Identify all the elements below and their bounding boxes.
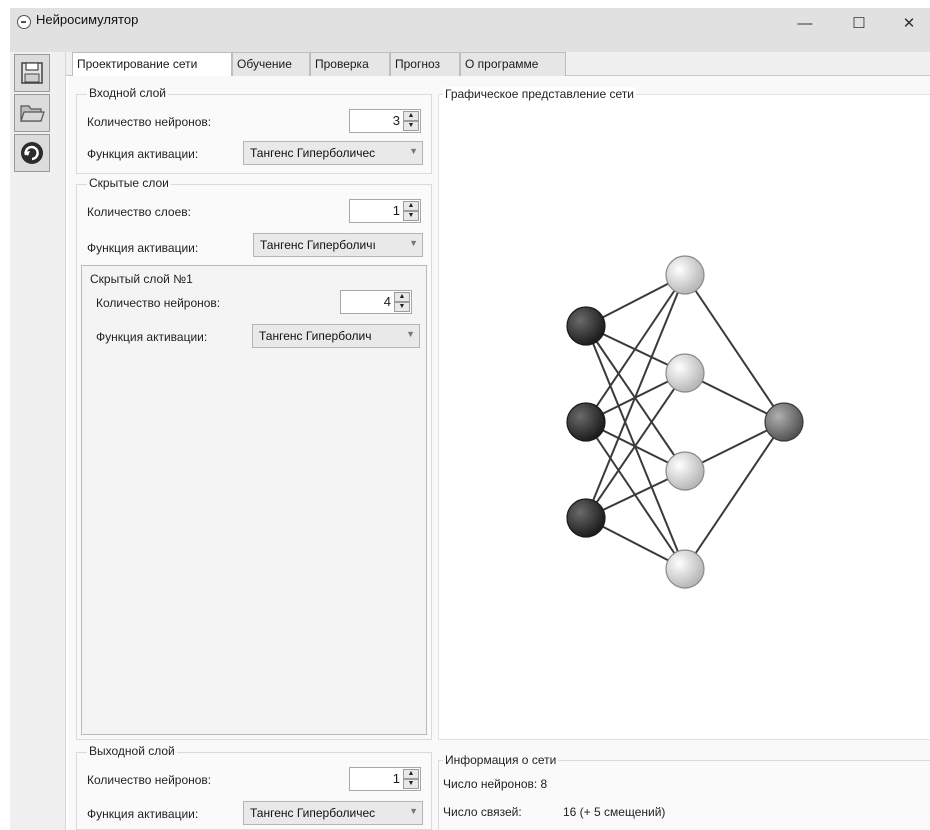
input-neuron xyxy=(566,498,606,538)
hidden-neuron xyxy=(665,451,705,491)
network-edge xyxy=(684,421,785,570)
network-info-group: Информация о сети Число нейронов: 8 Числ… xyxy=(438,753,930,830)
network-graph xyxy=(566,255,804,589)
output-neuron xyxy=(764,402,804,442)
network-edge xyxy=(684,274,785,423)
info-title: Информация о сети xyxy=(443,753,559,767)
hidden-neuron xyxy=(665,255,705,295)
link-count-value: 16 (+ 5 смещений) xyxy=(563,805,666,819)
hidden-neuron xyxy=(665,549,705,589)
input-neuron xyxy=(566,306,606,346)
neuron-count-text: Число нейронов: 8 xyxy=(443,777,548,791)
link-count-label: Число связей: xyxy=(443,805,522,819)
input-neuron xyxy=(566,402,606,442)
hidden-neuron xyxy=(665,353,705,393)
